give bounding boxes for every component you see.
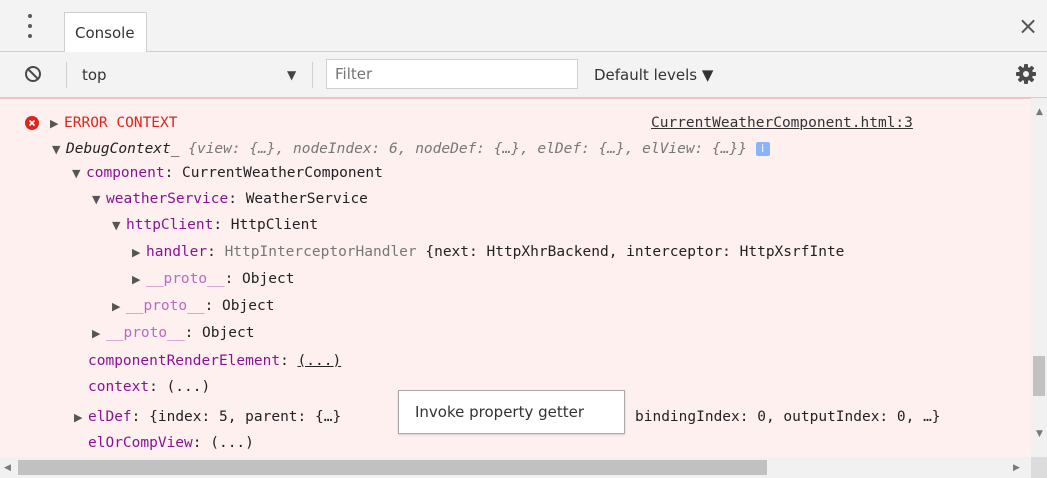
property-type: HttpInterceptorHandler	[224, 244, 417, 260]
property-key: httpClient	[126, 217, 214, 233]
context-selector[interactable]: top	[82, 64, 107, 86]
error-icon	[25, 116, 39, 130]
property-key: elDef	[88, 409, 132, 425]
scroll-left-icon[interactable]: ◀	[4, 462, 11, 474]
chevron-down-icon[interactable]: ▼	[287, 65, 296, 85]
property-key: weatherService	[106, 191, 229, 207]
kebab-menu-icon[interactable]	[22, 14, 38, 38]
clear-console-icon[interactable]	[24, 65, 42, 83]
property-summary: {next: HttpXhrBackend, interceptor: Http…	[416, 244, 845, 260]
property-key: __proto__	[126, 298, 205, 314]
collapse-arrow-icon[interactable]: ▼	[112, 214, 126, 238]
expand-arrow-icon[interactable]: ▶	[132, 268, 146, 292]
levels-dropdown[interactable]: Default levels ▼	[594, 64, 713, 86]
tree-row-proto[interactable]: ▶ __proto__: Object	[132, 267, 294, 291]
scroll-down-icon[interactable]: ▼	[1036, 428, 1043, 440]
tree-row-eldef[interactable]: ▶ elDef: {index: 5, parent: {…}	[74, 405, 341, 429]
property-value: Object	[222, 298, 275, 314]
collapse-arrow-icon[interactable]: ▼	[92, 188, 106, 212]
tree-row-http-client[interactable]: ▼ httpClient: HttpClient	[112, 213, 318, 237]
tree-row-context[interactable]: context: (...)	[88, 375, 210, 399]
property-key: context	[88, 379, 150, 395]
tree-row-handler[interactable]: ▶ handler: HttpInterceptorHandler {next: …	[132, 240, 844, 264]
scroll-right-icon[interactable]: ▶	[1013, 462, 1020, 474]
property-value: Object	[202, 325, 255, 341]
scrollbar-corner	[1031, 457, 1047, 478]
toolbar-divider	[66, 62, 67, 88]
expand-arrow-icon[interactable]: ▶	[92, 322, 106, 346]
scroll-up-icon[interactable]: ▲	[1036, 106, 1043, 118]
property-key: componentRenderElement	[88, 353, 281, 369]
property-value: CurrentWeatherComponent	[182, 165, 383, 181]
gear-icon[interactable]	[1015, 63, 1037, 85]
tab-console[interactable]: Console	[64, 12, 147, 52]
property-key: __proto__	[106, 325, 185, 341]
tree-row-weather-service[interactable]: ▼ weatherService: WeatherService	[92, 187, 368, 211]
expand-arrow-icon[interactable]: ▶	[132, 241, 146, 265]
toolbar-divider	[312, 62, 313, 88]
vertical-scroll-thumb[interactable]	[1033, 356, 1045, 396]
property-key: handler	[146, 244, 208, 260]
expand-arrow-icon[interactable]: ▶	[112, 295, 126, 319]
tree-row-proto[interactable]: ▶ __proto__: Object	[112, 294, 274, 318]
horizontal-scroll-thumb[interactable]	[18, 460, 767, 475]
tooltip: Invoke property getter	[398, 390, 625, 434]
property-getter[interactable]: (...)	[210, 435, 254, 451]
filter-input[interactable]	[326, 59, 578, 89]
tree-row-el-or-comp-view[interactable]: elOrCompView: (...)	[88, 431, 254, 455]
collapse-arrow-icon[interactable]: ▼	[52, 138, 66, 162]
object-summary: {view: {…}, nodeIndex: 6, nodeDef: {…}, …	[179, 141, 747, 157]
source-link[interactable]: CurrentWeatherComponent.html:3	[651, 111, 913, 135]
expand-arrow-icon[interactable]: ▶	[74, 406, 88, 430]
property-getter[interactable]: (...)	[298, 353, 342, 369]
tree-row-component[interactable]: ▼ component: CurrentWeatherComponent	[72, 161, 383, 185]
error-row[interactable]: ▶ ERROR CONTEXT	[50, 111, 178, 135]
property-value: WeatherService	[245, 191, 368, 207]
console-toolbar: top ▼ Default levels ▼	[0, 52, 1047, 98]
collapse-arrow-icon[interactable]: ▼	[72, 162, 86, 186]
info-icon[interactable]: i	[755, 142, 770, 156]
property-value: HttpClient	[230, 217, 319, 233]
error-label: ERROR CONTEXT	[64, 115, 178, 131]
debug-context-row[interactable]: ▼ DebugContext_ {view: {…}, nodeIndex: 6,…	[52, 137, 770, 161]
object-name: DebugContext_	[66, 141, 180, 157]
tree-row-eldef-tail: bindingIndex: 0, outputIndex: 0, …}	[635, 405, 941, 429]
property-key: elOrCompView	[88, 435, 193, 451]
tree-row-component-render-element[interactable]: componentRenderElement: (...)	[88, 349, 341, 373]
close-icon[interactable]: ×	[1018, 14, 1038, 38]
property-key: component	[86, 165, 165, 181]
property-summary: bindingIndex: 0, outputIndex: 0, …}	[635, 409, 941, 425]
property-summary: {index: 5, parent: {…}	[149, 409, 342, 425]
tree-row-proto[interactable]: ▶ __proto__: Object	[92, 321, 254, 345]
expand-arrow-icon[interactable]: ▶	[50, 112, 64, 136]
vertical-scrollbar[interactable]	[1031, 98, 1047, 457]
property-getter[interactable]: (...)	[167, 379, 211, 395]
property-value: Object	[242, 271, 295, 287]
devtools-tabbar: Console ×	[0, 0, 1047, 52]
property-key: __proto__	[146, 271, 225, 287]
